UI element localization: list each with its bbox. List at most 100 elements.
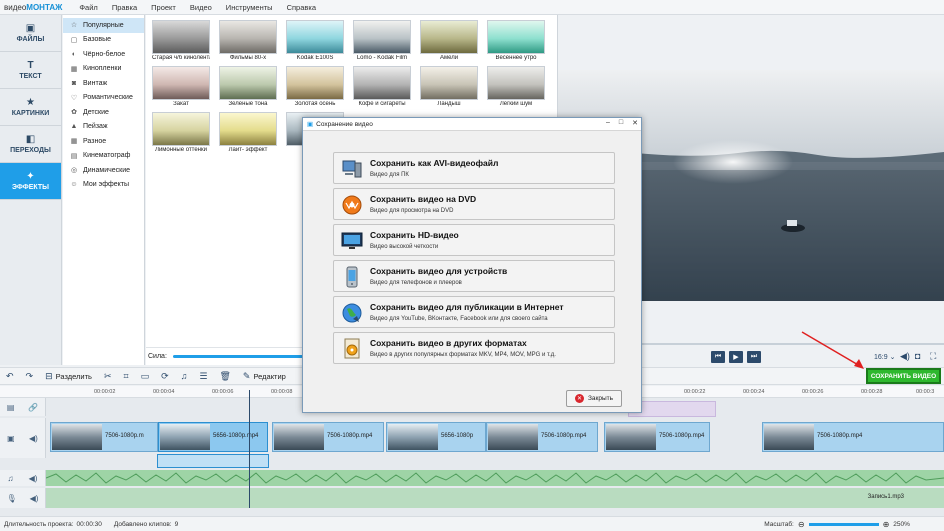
dialog-close-button[interactable]: ✕ Закрыть — [566, 390, 622, 407]
track-head-video: ▣ ◀) — [0, 418, 46, 458]
maximize-icon[interactable]: □ — [619, 119, 623, 127]
effect-thumb[interactable]: Легкий шум — [487, 66, 545, 108]
video-volume-icon[interactable]: ◀) — [29, 434, 38, 443]
tab-transitions[interactable]: ◧ ПЕРЕХОДЫ — [0, 126, 61, 163]
zoom-out-icon[interactable]: ⊖ — [798, 520, 805, 529]
category-kids[interactable]: ✿ Детские — [63, 105, 144, 120]
status-bar: Длительность проекта: 00:00:30 Добавлено… — [0, 516, 944, 531]
category-my[interactable]: ☺ Мои эффекты — [63, 178, 144, 193]
clip-selection[interactable] — [157, 454, 269, 468]
tab-effects[interactable]: ✦ ЭФФЕКТЫ — [0, 163, 61, 200]
effect-thumb[interactable]: Lomo - Kodak Film — [353, 20, 411, 62]
video-clip-selected[interactable]: 5656-1080p.mp4 — [158, 422, 268, 452]
category-bw[interactable]: ◐ Чёрно-белое — [63, 47, 144, 62]
effect-thumb[interactable]: Старая ч/б кинолента — [152, 20, 210, 62]
close-icon[interactable]: ✕ — [632, 119, 638, 127]
link-icon[interactable]: 🔗 — [28, 403, 38, 412]
hd-monitor-icon — [341, 232, 363, 249]
effect-thumb[interactable]: Ландыш — [420, 66, 478, 108]
grid-icon: ▦ — [70, 138, 78, 146]
save-avi-option[interactable]: Сохранить как AVI-видеофайл Видео для ПК — [333, 152, 615, 184]
fullscreen-icon[interactable]: ⛶ — [930, 351, 936, 362]
menu-project[interactable]: Проект — [144, 3, 183, 12]
tab-pictures[interactable]: ★ КАРТИНКИ — [0, 89, 61, 126]
globe-icon — [342, 303, 362, 323]
category-basic[interactable]: ▢ Базовые — [63, 33, 144, 48]
next-frame-button[interactable]: ⏭ — [747, 351, 761, 363]
zoom-in-icon[interactable]: ⊕ — [883, 520, 890, 529]
play-button[interactable]: ▶ — [729, 351, 743, 363]
strength-bar[interactable] — [172, 355, 303, 358]
category-misc[interactable]: ▦ Разное — [63, 134, 144, 149]
save-dvd-option[interactable]: Сохранить видео на DVD Видео для просмот… — [333, 188, 615, 220]
aspect-ratio[interactable]: 16:9 ⌄ — [874, 353, 895, 361]
video-clip[interactable]: 7506-1080p.mp4 — [486, 422, 598, 452]
menu-bar: видеоМОНТАЖ Файл Правка Проект Видео Инс… — [0, 0, 944, 15]
edit-button[interactable]: ✎ Редактир — [237, 371, 292, 382]
split-button[interactable]: ⊟ Разделить — [39, 371, 98, 382]
prev-frame-button[interactable]: ⏮ — [711, 351, 725, 363]
effect-thumb[interactable]: Золотая осень — [286, 66, 344, 108]
film-icon: ▦ — [70, 65, 78, 73]
category-popular[interactable]: ☆ Популярные — [63, 18, 144, 33]
category-dynamic[interactable]: ◎ Динамические — [63, 163, 144, 178]
close-icon: ✕ — [574, 394, 584, 403]
volume-icon[interactable]: ◀) — [900, 351, 910, 362]
effect-preview — [487, 66, 545, 100]
video-clip[interactable]: 7506-1080p.mp4 — [604, 422, 710, 452]
effect-thumb[interactable]: Амели — [420, 20, 478, 62]
effect-thumb[interactable]: Лимонные оттенки — [152, 112, 210, 154]
crop-icon[interactable]: ⌗ — [118, 371, 135, 382]
music-volume-icon[interactable]: ◀) — [29, 474, 38, 483]
rotate-icon[interactable]: ⟳ — [155, 371, 175, 382]
redo-icon[interactable]: ↷ — [20, 371, 40, 382]
menu-edit[interactable]: Правка — [105, 3, 144, 12]
clip-thumbnail — [606, 424, 656, 450]
video-clip[interactable]: 7506-1080p.m — [50, 422, 158, 452]
menu-file[interactable]: Файл — [72, 3, 104, 12]
video-clip[interactable]: 7506-1080p.mp4 — [762, 422, 944, 452]
phone-icon — [346, 266, 358, 288]
menu-video[interactable]: Видео — [183, 3, 219, 12]
category-landscape[interactable]: ▲ Пейзаж — [63, 120, 144, 135]
effect-thumb[interactable]: Зеленые тона — [219, 66, 277, 108]
category-vintage[interactable]: ◙ Винтаж — [63, 76, 144, 91]
voice-volume-icon[interactable]: ◀) — [30, 494, 39, 503]
copy-icon[interactable]: ▭ — [135, 371, 156, 382]
save-other-formats-option[interactable]: Сохранить видео в других форматах Видео … — [333, 332, 615, 364]
delete-icon[interactable]: 🗑 — [213, 371, 236, 382]
category-romantic[interactable]: ♡ Романтические — [63, 91, 144, 106]
effect-thumb[interactable]: Весеннее утро — [487, 20, 545, 62]
list-icon[interactable]: ☰ — [193, 371, 213, 382]
save-hd-option[interactable]: Сохранить HD-видео Видео высокой четкост… — [333, 224, 615, 256]
effect-thumb[interactable]: Закат — [152, 66, 210, 108]
category-film[interactable]: ▦ Кинопленки — [63, 62, 144, 77]
video-clip[interactable]: 7506-1080p.mp4 — [272, 422, 384, 452]
voice-track[interactable]: Запись1.mp3 — [46, 488, 944, 508]
text-track-icon: ▤ — [6, 402, 15, 412]
tab-text[interactable]: T ТЕКСТ — [0, 52, 61, 89]
save-video-button[interactable]: СОХРАНИТЬ ВИДЕО — [866, 368, 941, 384]
left-tabs: ▣ ФАЙЛЫ T ТЕКСТ ★ КАРТИНКИ ◧ ПЕРЕХОДЫ ✦ ЭФФЕК… — [0, 15, 62, 365]
music-track[interactable] — [45, 470, 944, 486]
camera-icon[interactable]: ◘ — [915, 351, 920, 361]
zoom-slider[interactable] — [808, 522, 879, 526]
music-icon[interactable]: ♫ — [175, 371, 194, 381]
formats-icon — [344, 338, 360, 359]
undo-icon[interactable]: ↶ — [0, 371, 20, 382]
effect-thumb[interactable]: Фильмы 80-х — [219, 20, 277, 62]
cinema-icon: ▤ — [70, 152, 78, 160]
save-internet-option[interactable]: Сохранить видео для публикации в Интерне… — [333, 296, 615, 328]
playhead[interactable] — [249, 390, 250, 508]
video-clip[interactable]: 5656-1080p — [386, 422, 486, 452]
category-cinema[interactable]: ▤ Кинематограф — [63, 149, 144, 164]
effect-thumb[interactable]: Kodak E100S — [286, 20, 344, 62]
effect-thumb[interactable]: Кофе и сигареты — [353, 66, 411, 108]
menu-tools[interactable]: Инструменты — [219, 3, 280, 12]
minimize-icon[interactable]: – — [606, 119, 610, 127]
effect-thumb[interactable]: Лайт- эффект — [219, 112, 277, 154]
tab-files[interactable]: ▣ ФАЙЛЫ — [0, 15, 61, 52]
cut-icon[interactable]: ✂ — [98, 371, 118, 382]
menu-help[interactable]: Справка — [280, 3, 323, 12]
save-devices-option[interactable]: Сохранить видео для устройств Видео для … — [333, 260, 615, 292]
